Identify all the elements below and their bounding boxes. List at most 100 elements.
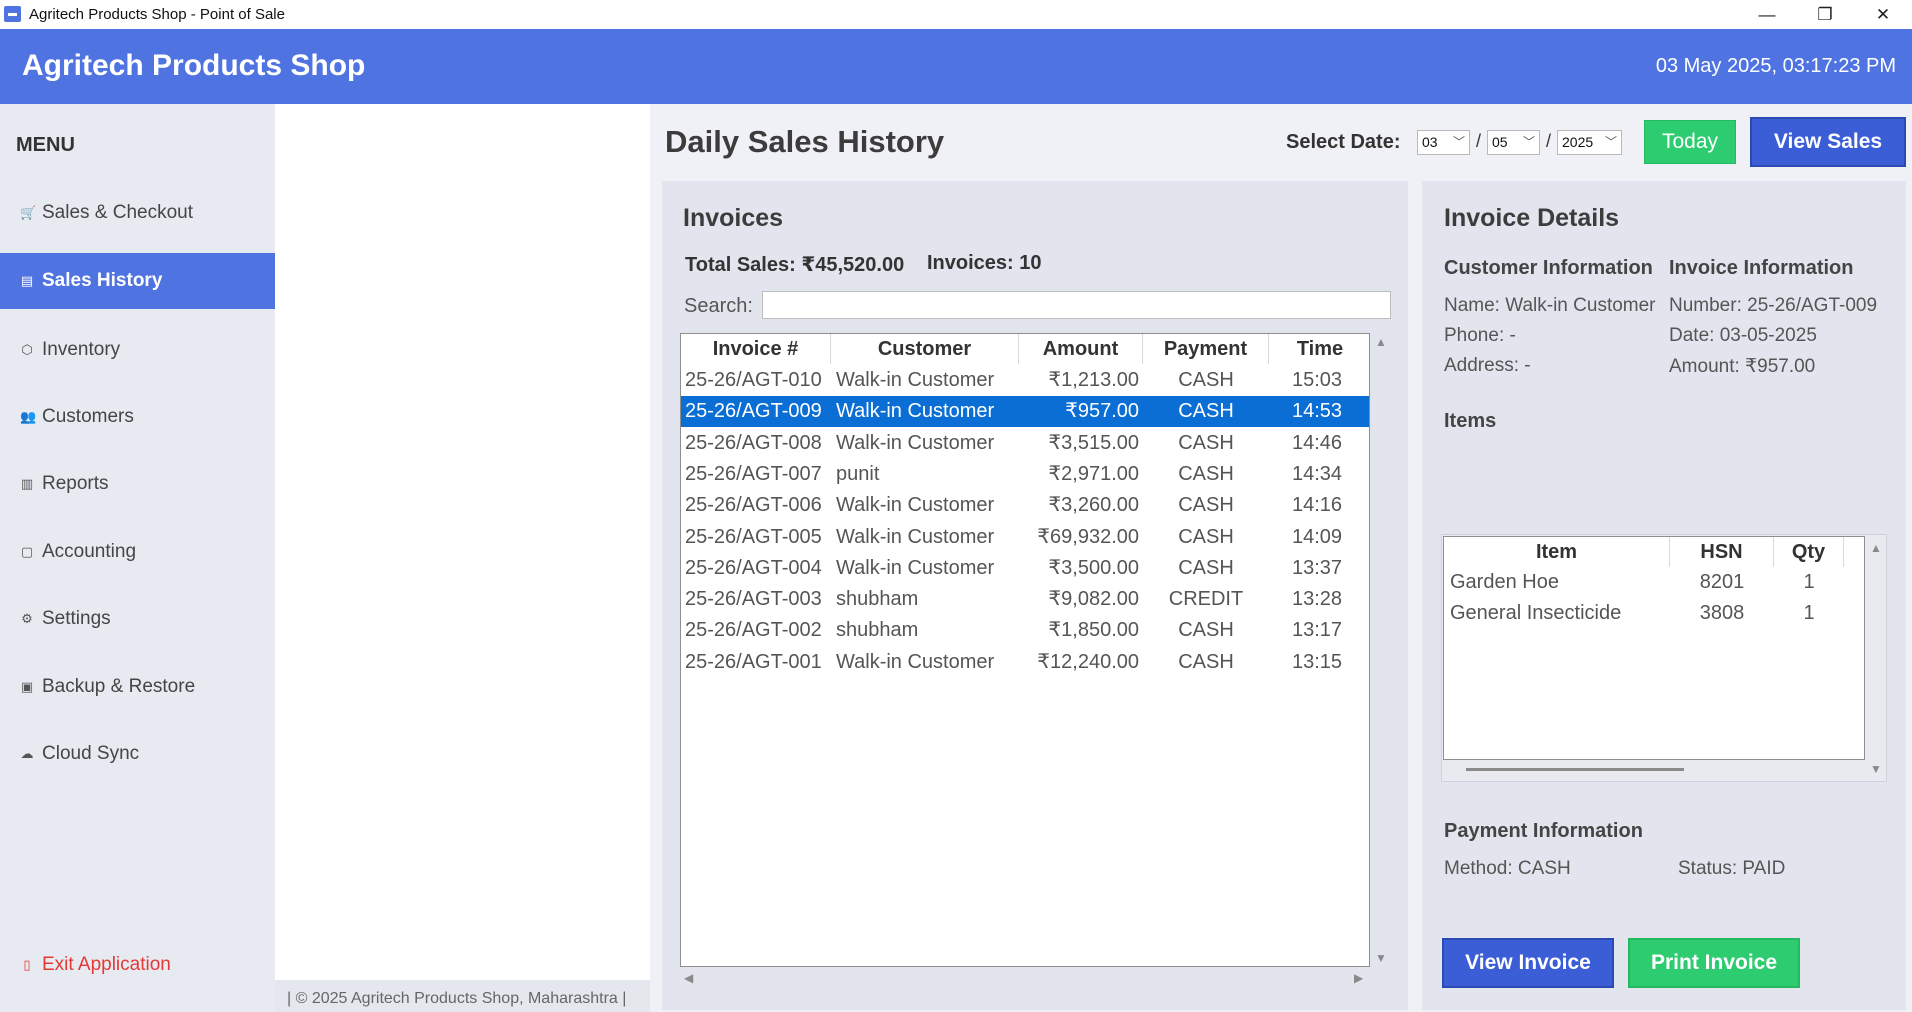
app-header: Agritech Products Shop 03 May 2025, 03:1…: [0, 29, 1912, 104]
column-header-hsn[interactable]: HSN: [1670, 537, 1774, 567]
sidebar-item-sales-checkout[interactable]: 🛒 Sales & Checkout: [0, 185, 275, 241]
sidebar-item-backup-restore[interactable]: ▣ Backup & Restore: [0, 659, 275, 715]
table-row[interactable]: 25-26/AGT-006 Walk-in Customer ₹3,260.00 CA…: [681, 490, 1369, 521]
today-button[interactable]: Today: [1644, 120, 1736, 164]
cell-amount: ₹957.00: [1065, 400, 1139, 423]
cell-invoice: 25-26/AGT-002: [685, 619, 822, 642]
scroll-down-icon[interactable]: ▼: [1375, 951, 1387, 965]
table-row[interactable]: 25-26/AGT-004 Walk-in Customer ₹3,500.00 CA…: [681, 553, 1369, 584]
cell-invoice: 25-26/AGT-004: [685, 556, 822, 579]
cell-time: 13:28: [1291, 588, 1343, 611]
year-select[interactable]: 2025 ﹀: [1557, 130, 1622, 155]
cell-payment: CASH: [1178, 369, 1234, 391]
scroll-down-icon[interactable]: ▼: [1870, 762, 1882, 776]
sidebar-item-cloud-sync[interactable]: ☁ Cloud Sync: [0, 726, 275, 782]
item-row[interactable]: Garden Hoe 8201 1: [1444, 567, 1864, 598]
sidebar-item-reports[interactable]: ▥ Reports: [0, 456, 275, 512]
column-header-amount[interactable]: Amount: [1019, 334, 1143, 364]
year-value: 2025: [1562, 134, 1594, 150]
scroll-up-icon[interactable]: ▲: [1375, 335, 1387, 349]
total-sales: Total Sales: ₹45,520.00: [685, 254, 905, 276]
cell-invoice: 25-26/AGT-003: [685, 588, 822, 611]
cell-time: 13:37: [1291, 556, 1343, 579]
cell-customer: Walk-in Customer: [836, 650, 995, 673]
cell-invoice: 25-26/AGT-005: [685, 525, 822, 548]
users-icon: 👥: [20, 409, 37, 424]
print-invoice-button[interactable]: Print Invoice: [1628, 938, 1800, 988]
cell-payment: CASH: [1178, 619, 1234, 642]
column-header-time[interactable]: Time: [1269, 334, 1369, 364]
scroll-left-icon[interactable]: ◀: [684, 971, 693, 985]
scroll-up-icon[interactable]: ▲: [1870, 541, 1882, 555]
sidebar-item-accounting[interactable]: ▢ Accounting: [0, 524, 275, 580]
sidebar-item-label: Accounting: [42, 541, 137, 562]
day-value: 03: [1422, 134, 1438, 150]
minimize-button[interactable]: —: [1738, 0, 1796, 29]
chevron-down-icon: ﹀: [1452, 135, 1465, 149]
cell-payment: CASH: [1178, 400, 1234, 423]
month-value: 05: [1492, 134, 1508, 150]
cell-customer: Walk-in Customer: [836, 556, 995, 579]
footer-text: | © 2025 Agritech Products Shop, Maharas…: [287, 990, 627, 1007]
cell-time: 14:53: [1291, 400, 1343, 423]
cell-invoice: 25-26/AGT-009: [685, 400, 822, 423]
table-row[interactable]: 25-26/AGT-003 shubham ₹9,082.00 CREDIT 13:28: [681, 584, 1369, 615]
table-row[interactable]: 25-26/AGT-002 shubham ₹1,850.00 CASH 13:17: [681, 615, 1369, 646]
view-invoice-button[interactable]: View Invoice: [1442, 938, 1614, 988]
sidebar-item-inventory[interactable]: ⬡ Inventory: [0, 322, 275, 378]
cell-time: 14:46: [1291, 431, 1343, 454]
invoice-count: Invoices: 10: [927, 252, 1042, 274]
sidebar-item-sales-history[interactable]: ▤ Sales History: [0, 253, 275, 309]
invoices-table: Invoice # Customer Amount Payment Time 2…: [680, 333, 1370, 967]
table-row[interactable]: 25-26/AGT-010 Walk-in Customer ₹1,213.00 CA…: [681, 365, 1369, 396]
column-header-invoice[interactable]: Invoice #: [681, 334, 831, 364]
cell-customer: shubham: [836, 619, 919, 642]
chevron-down-icon: ﹀: [1522, 135, 1535, 149]
select-date-label: Select Date:: [1286, 131, 1401, 153]
view-sales-button[interactable]: View Sales: [1750, 117, 1906, 167]
exit-application-button[interactable]: ▯ Exit Application: [0, 937, 275, 993]
cell-amount: ₹12,240.00: [1037, 650, 1139, 673]
customer-name: Name: Walk-in Customer: [1444, 295, 1656, 316]
month-select[interactable]: 05 ﹀: [1487, 130, 1540, 155]
payment-info-heading: Payment Information: [1444, 820, 1643, 842]
cell-payment: CASH: [1178, 556, 1234, 579]
items-table: Item HSN Qty Garden Hoe 8201 1 General Inse…: [1443, 536, 1865, 760]
maximize-button[interactable]: ❐: [1796, 0, 1854, 29]
column-header-qty[interactable]: Qty: [1774, 537, 1844, 567]
table-row[interactable]: 25-26/AGT-001 Walk-in Customer ₹12,240.00 C…: [681, 647, 1369, 678]
search-input[interactable]: [762, 291, 1391, 319]
table-row[interactable]: 25-26/AGT-009 Walk-in Customer ₹957.00 CASH…: [681, 396, 1369, 428]
cell-time: 14:34: [1291, 462, 1343, 485]
column-header-payment[interactable]: Payment: [1143, 334, 1269, 364]
column-header-item[interactable]: Item: [1444, 537, 1670, 567]
cell-customer: Walk-in Customer: [836, 431, 995, 454]
invoices-horizontal-scrollbar[interactable]: ◀ ▶: [680, 967, 1370, 989]
window-title: Agritech Products Shop - Point of Sale: [29, 6, 285, 23]
app-icon: [4, 6, 21, 22]
table-row[interactable]: 25-26/AGT-005 Walk-in Customer ₹69,932.00 C…: [681, 522, 1369, 553]
cell-time: 14:09: [1291, 525, 1343, 548]
ledger-icon: ▢: [20, 544, 34, 559]
cell-amount: ₹1,850.00: [1048, 619, 1139, 642]
day-select[interactable]: 03 ﹀: [1417, 130, 1470, 155]
cell-customer: punit: [836, 462, 880, 485]
sidebar-item-customers[interactable]: 👥 Customers: [0, 389, 275, 445]
date-separator: /: [1546, 131, 1552, 151]
table-row[interactable]: 25-26/AGT-007 punit ₹2,971.00 CASH 14:34: [681, 459, 1369, 490]
close-button[interactable]: ✕: [1854, 0, 1912, 29]
item-cell-qty: 1: [1803, 602, 1815, 624]
table-row[interactable]: 25-26/AGT-008 Walk-in Customer ₹3,515.00 CA…: [681, 428, 1369, 459]
cell-invoice: 25-26/AGT-001: [685, 650, 822, 673]
scroll-right-icon[interactable]: ▶: [1354, 971, 1363, 985]
sidebar-item-settings[interactable]: ⚙ Settings: [0, 591, 275, 647]
items-horizontal-scrollbar-thumb[interactable]: [1466, 768, 1684, 771]
cell-payment: CASH: [1178, 462, 1234, 485]
page-title: Daily Sales History: [665, 124, 945, 159]
item-row[interactable]: General Insecticide 3808 1: [1444, 598, 1864, 629]
item-cell-name: Garden Hoe: [1450, 571, 1559, 593]
invoices-vertical-scrollbar[interactable]: ▲ ▼: [1370, 333, 1390, 967]
column-header-customer[interactable]: Customer: [831, 334, 1019, 364]
cell-invoice: 25-26/AGT-008: [685, 431, 822, 454]
cell-customer: Walk-in Customer: [836, 369, 995, 391]
